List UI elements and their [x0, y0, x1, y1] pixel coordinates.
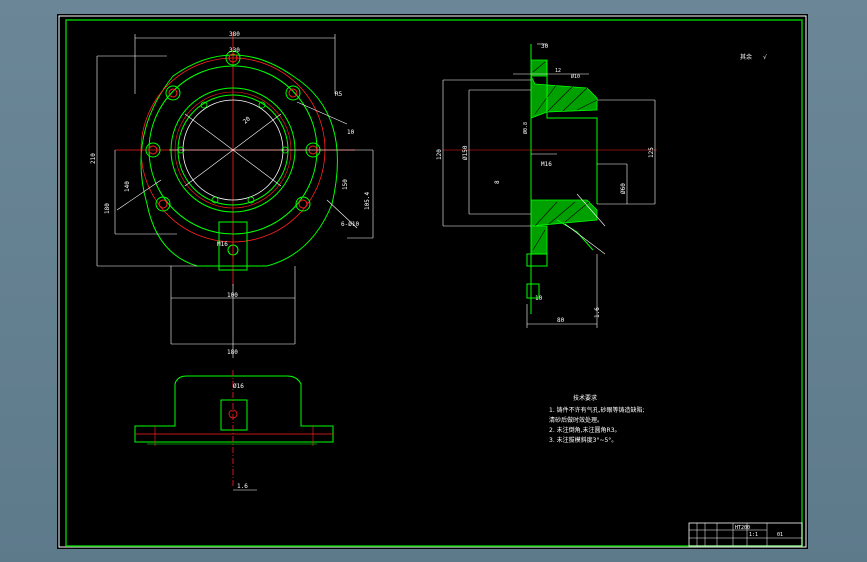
roughness-label: 其余 [740, 53, 752, 61]
plan-dim-7: 105.4 [364, 192, 371, 210]
plan-dim-8: M16 [217, 241, 228, 248]
plan-dim-1: 330 [229, 47, 240, 54]
section-dim-11: 1.6 [594, 307, 601, 318]
plan-dim-5: 140 [124, 181, 131, 192]
title-material: HT200 [735, 525, 750, 531]
plan-dim-0: 380 [229, 31, 240, 38]
plan-dim-12: 180 [227, 349, 238, 356]
section-dim-8: M16 [541, 161, 552, 168]
plan-dim-3: 210 [90, 153, 97, 164]
title-scale: 1:1 [749, 532, 758, 538]
roughness-symbol: √ [763, 54, 767, 61]
plan-view: 380 330 R5 210 180 140 10 105.4 M16 20 1… [90, 31, 374, 358]
tech-req-item-0: 1. 铸件不许有气孔,砂眼等铸造缺陷; [549, 406, 645, 414]
tech-req-item-1: 清砂后做时效处理。 [549, 416, 603, 424]
section-dim-5: Ø150 [462, 145, 469, 160]
bottom-dim-0: Ø16 [233, 383, 244, 390]
technical-requirements: 技术要求 1. 铸件不许有气孔,砂眼等铸造缺陷; 清砂后做时效处理。 2. 未注… [549, 394, 645, 444]
drawing-sheet: 其余 √ 380 330 R5 210 180 140 10 105.4 M16… [57, 14, 808, 549]
section-dim-9: 8 [494, 180, 501, 184]
section-dim-0: 30 [541, 43, 549, 50]
section-dim-7: Ø60 [620, 183, 627, 194]
cad-drawing: 其余 √ 380 330 R5 210 180 140 10 105.4 M16… [58, 15, 807, 548]
section-dim-6: 125 [648, 147, 655, 158]
plan-dim-2: R5 [335, 91, 343, 98]
plan-dim-6: 10 [347, 129, 355, 136]
section-dim-1: 12 [555, 68, 561, 74]
plan-dim-4: 180 [104, 203, 111, 214]
plan-dim-13: 6-Ø10 [341, 221, 359, 228]
section-view: 30 12 Ø10 120 Ø0.8 Ø150 125 Ø60 M16 8 80… [436, 43, 657, 328]
tech-req-item-2: 2. 未注倒角,未注圆角R3。 [549, 426, 621, 434]
bottom-dim-1: 1.6 [237, 483, 248, 490]
title-block: HT200 1:1 01 [688, 522, 803, 547]
tech-req-item-3: 3. 未注拔模斜度3°~5°。 [549, 436, 617, 444]
bottom-view: Ø16 1.6 [134, 370, 334, 491]
section-dim-2: Ø10 [571, 73, 580, 80]
section-dim-4: Ø0.8 [522, 122, 529, 134]
plan-dim-10: 100 [227, 292, 238, 299]
plan-dim-11: 150 [342, 179, 349, 190]
section-dim-12: 10 [535, 295, 543, 302]
section-dim-10: 80 [557, 317, 565, 324]
plan-dim-9: 20 [242, 115, 252, 125]
section-dim-3: 120 [436, 149, 443, 160]
tech-req-title: 技术要求 [573, 394, 597, 402]
title-drawing-no: 01 [777, 532, 783, 538]
roughness-note: 其余 √ [740, 53, 767, 61]
